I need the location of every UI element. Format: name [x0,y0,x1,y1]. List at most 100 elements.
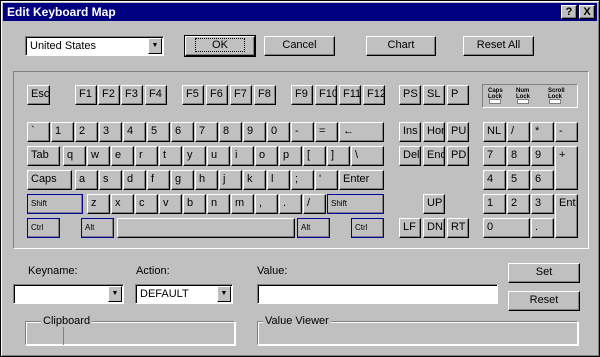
key-r1-1[interactable]: 1 [51,122,74,142]
key-r4-4[interactable]: b [183,194,206,214]
key-r4-6[interactable]: m [231,194,254,214]
set-button[interactable]: Set [508,263,580,283]
key-r1-3[interactable]: 3 [99,122,122,142]
key-r2-11[interactable]: [ [303,146,326,166]
key-num-4[interactable]: 4 [483,170,506,190]
key-delete[interactable]: Del [399,146,421,166]
key-num-enter[interactable]: Ent [555,194,578,238]
key-r4-1[interactable]: x [111,194,134,214]
key-f6[interactable]: F6 [206,85,228,105]
value-input[interactable] [257,284,498,304]
help-button[interactable]: ? [561,5,577,19]
key-arrow-up[interactable]: UP [423,194,445,214]
key-num-lock[interactable]: NL [483,122,506,142]
key-r2-5[interactable]: t [159,146,182,166]
key-print-screen[interactable]: PS [399,85,421,105]
key-f7[interactable]: F7 [230,85,252,105]
key-r4-5[interactable]: n [207,194,230,214]
key-num-minus[interactable]: - [555,122,578,142]
key-r3-4[interactable]: f [147,170,170,190]
key-page-up[interactable]: PU [447,122,469,142]
key-r2-6[interactable]: y [183,146,206,166]
key-f5[interactable]: F5 [182,85,204,105]
key-r3-1[interactable]: a [75,170,98,190]
key-num-7[interactable]: 7 [483,146,506,166]
key-f9[interactable]: F9 [291,85,313,105]
key-page-down[interactable]: PD [447,146,469,166]
cancel-button[interactable]: Cancel [264,36,335,56]
key-r2-9[interactable]: o [255,146,278,166]
key-num-5[interactable]: 5 [507,170,530,190]
key-r2-3[interactable]: e [111,146,134,166]
key-num-1[interactable]: 1 [483,194,506,214]
key-left-alt[interactable]: Alt [81,218,114,238]
key-f4[interactable]: F4 [145,85,167,105]
key-right-ctrl[interactable]: Ctrl [351,218,384,238]
reset-button[interactable]: Reset [508,291,580,311]
key-num-8[interactable]: 8 [507,146,530,166]
keyname-select[interactable]: ▼ [13,284,124,304]
close-button[interactable]: X [579,5,595,19]
key-r4-7[interactable]: , [255,194,278,214]
key-arrow-down[interactable]: DN [423,218,445,238]
key-r4-9[interactable]: / [303,194,326,214]
key-num-2[interactable]: 2 [507,194,530,214]
key-r1-8[interactable]: 8 [219,122,242,142]
key-scroll-lock[interactable]: SL [423,85,445,105]
key-r1-4[interactable]: 4 [123,122,146,142]
key-f10[interactable]: F10 [315,85,337,105]
key-r3-10[interactable]: ; [291,170,314,190]
key-r1-10[interactable]: 0 [267,122,290,142]
key-r1-2[interactable]: 2 [75,122,98,142]
key-f12[interactable]: F12 [363,85,385,105]
key-right-shift[interactable]: Shift [327,194,384,214]
key-backspace[interactable]: ← [339,122,384,142]
key-right-alt[interactable]: Alt [297,218,330,238]
key-num-9[interactable]: 9 [531,146,554,166]
key-r1-11[interactable]: - [291,122,314,142]
key-num-plus[interactable]: + [555,146,578,190]
key-num-0[interactable]: 0 [483,218,530,238]
key-left-ctrl[interactable]: Ctrl [27,218,60,238]
key-r3-11[interactable]: ' [315,170,338,190]
chevron-down-icon[interactable]: ▼ [148,38,162,54]
key-end[interactable]: End [423,146,445,166]
key-r3-3[interactable]: d [123,170,146,190]
reset-all-button[interactable]: Reset All [463,36,534,56]
key-backslash[interactable]: \ [351,146,384,166]
key-arrow-right[interactable]: RT [447,218,469,238]
country-select[interactable]: United States ▼ [25,36,164,56]
key-f2[interactable]: F2 [98,85,120,105]
chevron-down-icon[interactable]: ▼ [217,286,231,302]
key-r2-7[interactable]: u [207,146,230,166]
key-r2-10[interactable]: p [279,146,302,166]
key-esc[interactable]: Esc [27,85,50,105]
chart-button[interactable]: Chart [366,36,436,56]
ok-button[interactable]: OK [184,35,256,57]
key-r4-0[interactable]: z [87,194,110,214]
key-f3[interactable]: F3 [121,85,143,105]
key-r3-2[interactable]: s [99,170,122,190]
key-r4-2[interactable]: c [135,194,158,214]
key-r2-1[interactable]: q [63,146,86,166]
key-num-3[interactable]: 3 [531,194,554,214]
key-f11[interactable]: F11 [339,85,361,105]
key-r3-8[interactable]: k [243,170,266,190]
key-num-dot[interactable]: . [531,218,554,238]
key-r4-3[interactable]: v [159,194,182,214]
key-f8[interactable]: F8 [254,85,276,105]
key-r2-8[interactable]: i [231,146,254,166]
key-space[interactable] [117,218,295,238]
key-home[interactable]: Hom [423,122,445,142]
key-num-divide[interactable]: / [507,122,530,142]
key-r1-9[interactable]: 9 [243,122,266,142]
chevron-down-icon[interactable]: ▼ [108,286,122,302]
key-enter[interactable]: Enter [339,170,384,190]
key-r1-5[interactable]: 5 [147,122,170,142]
key-r4-8[interactable]: . [279,194,302,214]
key-r1-0[interactable]: ` [27,122,50,142]
key-f1[interactable]: F1 [75,85,97,105]
key-r3-9[interactable]: l [267,170,290,190]
key-r2-2[interactable]: w [87,146,110,166]
key-r3-6[interactable]: h [195,170,218,190]
